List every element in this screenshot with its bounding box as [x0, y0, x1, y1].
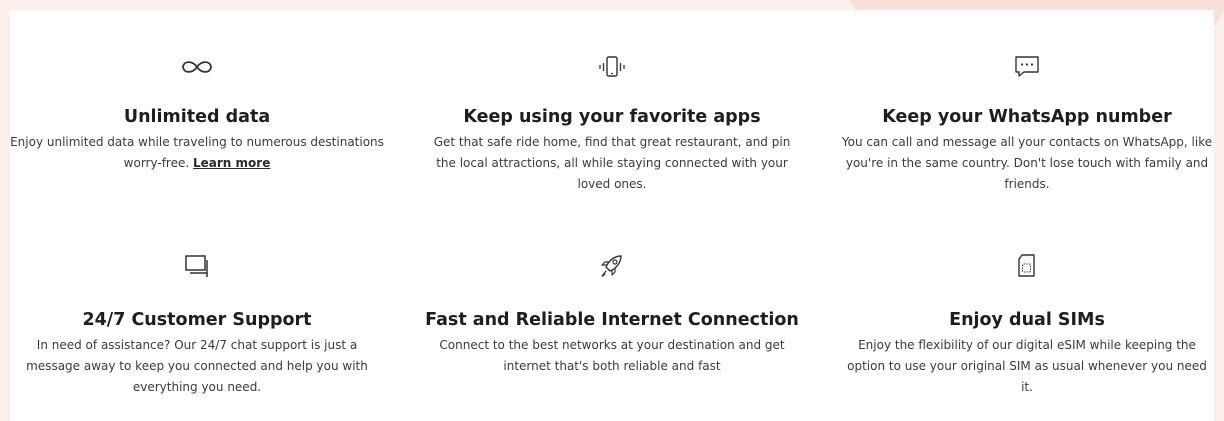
feature-title: Keep using your favorite apps — [463, 107, 761, 127]
feature-unlimited-data: Unlimited data Enjoy unlimited data whil… — [10, 47, 384, 195]
feature-description: In need of assistance? Our 24/7 chat sup… — [26, 338, 368, 394]
features-row-2: 24/7 Customer Support In need of assista… — [10, 246, 1214, 398]
feature-fast-internet: Fast and Reliable Internet Connection Co… — [425, 246, 799, 398]
phone-vibrate-icon — [597, 55, 627, 79]
feature-dual-sims: Enjoy dual SIMs Enjoy the flexibility of… — [840, 246, 1214, 398]
feature-title: Unlimited data — [123, 107, 271, 127]
features-row-1: Unlimited data Enjoy unlimited data whil… — [10, 47, 1214, 195]
support-chat-icon — [182, 253, 212, 279]
chat-bubble-icon — [1012, 54, 1042, 80]
feature-title: Enjoy dual SIMs — [949, 310, 1105, 330]
sim-card-icon — [1014, 252, 1040, 280]
rocket-icon — [597, 252, 627, 280]
page: Unlimited data Enjoy unlimited data whil… — [0, 0, 1224, 421]
feature-description: You can call and message all your contac… — [841, 135, 1213, 191]
feature-description: Connect to the best networks at your des… — [439, 338, 785, 373]
feature-title: Keep your WhatsApp number — [882, 107, 1172, 127]
feature-title: 24/7 Customer Support — [82, 310, 312, 330]
features-section: Unlimited data Enjoy unlimited data whil… — [10, 10, 1214, 421]
feature-description: Get that safe ride home, find that great… — [433, 135, 791, 191]
learn-more-link[interactable]: Learn more — [193, 156, 270, 170]
feature-title: Fast and Reliable Internet Connection — [425, 310, 799, 330]
feature-description: Enjoy unlimited data while traveling to … — [10, 135, 384, 170]
feature-customer-support: 24/7 Customer Support In need of assista… — [10, 246, 384, 398]
feature-whatsapp-number: Keep your WhatsApp number You can call a… — [840, 47, 1214, 195]
infinity-icon — [179, 57, 215, 77]
feature-description: Enjoy the flexibility of our digital eSI… — [847, 338, 1207, 394]
feature-favorite-apps: Keep using your favorite apps Get that s… — [425, 47, 799, 195]
